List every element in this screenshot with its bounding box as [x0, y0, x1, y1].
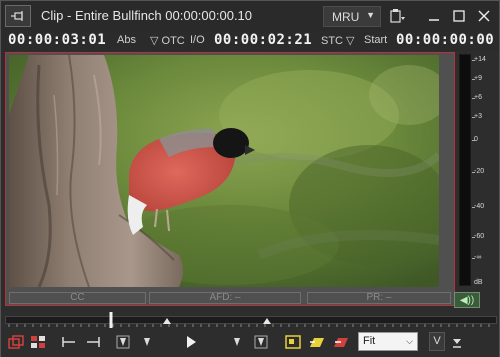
afd-status: AFD: –	[149, 292, 301, 304]
io-label: I/O	[190, 34, 205, 46]
overwrite-clip-icon	[334, 338, 348, 347]
viewer-toolbar: Fit ⌵ V	[1, 329, 499, 357]
minimize-button[interactable]	[425, 7, 443, 25]
current-timecode[interactable]: 00:00:03:01	[8, 32, 106, 48]
meter-tick: +6	[474, 94, 482, 101]
speaker-icon: ◀))	[459, 294, 475, 306]
match-frame-button[interactable]	[283, 333, 303, 351]
meter-tick: -40	[474, 203, 485, 210]
minimize-icon	[429, 19, 439, 21]
go-to-in-button[interactable]	[59, 333, 79, 351]
mark-out-button[interactable]	[251, 333, 271, 351]
timeline-scrubber[interactable]	[5, 312, 497, 328]
loop-icon	[8, 335, 24, 349]
collapse-menu-icon	[453, 339, 461, 348]
go-to-out-icon	[87, 337, 100, 347]
safe-area-button[interactable]	[28, 333, 48, 351]
meter-tick: -∞	[474, 254, 482, 261]
viewer-status-row: CC AFD: – PR: –	[9, 292, 451, 304]
scrubber-ticks	[8, 312, 490, 328]
loop-button[interactable]	[6, 333, 26, 351]
play-button[interactable]	[181, 333, 201, 351]
step-forward-icon	[234, 338, 240, 346]
chevron-down-icon: ▼	[366, 10, 375, 20]
video-viewer[interactable]: CC AFD: – PR: –	[5, 52, 455, 306]
mark-in-icon	[116, 335, 130, 349]
meter-tick: +14	[474, 56, 486, 63]
meter-tick: 0	[474, 136, 478, 143]
video-channel-button[interactable]: V	[429, 332, 445, 351]
maximize-button[interactable]	[450, 7, 468, 25]
timecode-bar: 00:00:03:01 Abs ▽ OTC I/O 00:00:02:21 ST…	[1, 31, 499, 51]
meter-tick: -60	[474, 233, 485, 240]
pin-button[interactable]	[5, 5, 31, 27]
clip-viewer-window: Clip - Entire Bullfinch 00:00:00:00.10 M…	[0, 0, 500, 357]
close-icon	[478, 10, 490, 22]
step-back-button[interactable]	[137, 333, 157, 351]
audio-meter: +14 +9 +6 +3 0 -20 -40 -60 -∞ dB	[457, 52, 497, 292]
grid-icon	[31, 336, 45, 348]
zoom-fit-select[interactable]: Fit ⌵	[358, 332, 418, 351]
video-frame	[9, 55, 439, 287]
mru-dropdown[interactable]: MRU ▼	[323, 6, 381, 27]
step-back-icon	[144, 338, 150, 346]
window-title: Clip - Entire Bullfinch 00:00:00:00.10	[41, 8, 253, 23]
meter-tick: +9	[474, 75, 482, 82]
mark-in-button[interactable]	[113, 333, 133, 351]
insert-clip-icon	[310, 338, 324, 347]
pin-icon	[11, 11, 23, 21]
overwrite-clip-button[interactable]	[331, 333, 351, 351]
pr-status: PR: –	[307, 292, 451, 304]
mark-out-icon	[254, 335, 268, 349]
title-bar: Clip - Entire Bullfinch 00:00:00:00.10 M…	[1, 1, 499, 31]
meter-tick: dB	[474, 279, 483, 286]
more-options-button[interactable]	[447, 333, 467, 351]
clipboard-menu-icon	[390, 9, 405, 23]
meter-tick: -20	[474, 168, 485, 175]
chevron-down-icon: ⌵	[406, 336, 413, 346]
duration-timecode[interactable]: 00:00:02:21	[214, 32, 312, 48]
step-forward-button[interactable]	[227, 333, 247, 351]
stc-toggle[interactable]: STC ▽	[321, 34, 355, 47]
go-to-out-button[interactable]	[83, 333, 103, 351]
otc-toggle[interactable]: ▽ OTC	[150, 34, 185, 47]
insert-clip-button[interactable]	[307, 333, 327, 351]
close-button[interactable]	[475, 7, 493, 25]
start-label: Start	[364, 34, 388, 46]
cc-status: CC	[9, 292, 146, 304]
start-timecode[interactable]: 00:00:00:00	[396, 32, 494, 48]
maximize-icon	[453, 10, 465, 22]
zoom-fit-value: Fit	[363, 335, 376, 347]
go-to-in-icon	[62, 337, 75, 347]
timecode-mode-label[interactable]: Abs	[117, 34, 136, 46]
clip-menu-button[interactable]	[389, 7, 407, 25]
mru-label: MRU	[332, 9, 360, 24]
bullfinch-video-image	[9, 55, 439, 287]
match-frame-icon	[285, 335, 301, 349]
meter-tick: +3	[474, 113, 482, 120]
play-icon	[187, 336, 196, 348]
audio-meter-bar	[459, 54, 471, 286]
audio-monitor-button[interactable]: ◀))	[454, 292, 480, 308]
